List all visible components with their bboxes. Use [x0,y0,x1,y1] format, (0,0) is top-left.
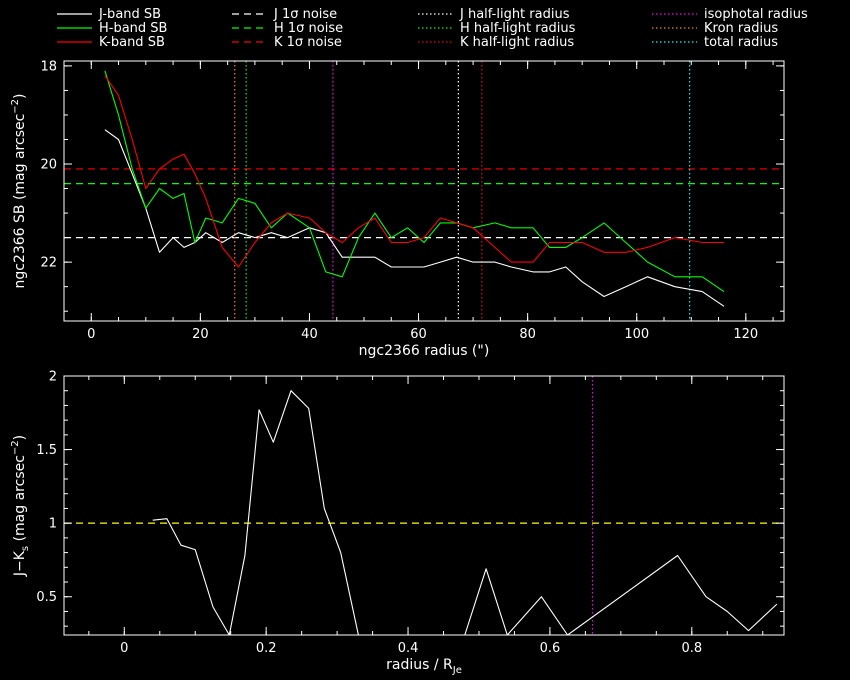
x-tick-label: 0.4 [398,641,419,656]
x-tick-label: 120 [733,327,758,342]
y-axis-label: ngc2366 SB (mag arcsec−2) [10,93,28,288]
y-axis-label-main: J−K [12,550,28,577]
x-tick-label: 0 [120,641,128,656]
x-tick-label: 0.6 [540,641,561,656]
legend-label-h-1sigma-noise: H 1σ noise [274,21,343,36]
x-tick-label: 100 [624,327,649,342]
y-axis-label-main: ngc2366 SB (mag arcsec [12,114,28,289]
x-tick-label: 0 [87,327,95,342]
legend-label-k-1sigma-noise: K 1σ noise [274,35,342,50]
legend-label-k-band-sb: K-band SB [99,35,165,50]
x-tick-label: 80 [519,327,536,342]
y-axis-label-end: ) [12,93,28,98]
legend-label-h-band-sb: H-band SB [99,21,167,36]
y-axis-label-rest: (mag arcsec [12,455,28,546]
y-axis-label-superscript: −2 [10,99,21,114]
legend-label-j-half-light-radius: J half-light radius [459,7,570,22]
legend-label-j-band-sb: J-band SB [98,7,161,22]
x-tick-label: 40 [301,327,318,342]
y-axis-label-superscript: −2 [10,440,21,455]
legend-label-kron-radius: Kron radius [704,21,778,36]
legend-label-isophotal-radius: isophotal radius [704,7,808,22]
legend-label-j-1sigma-noise: J 1σ noise [273,7,337,22]
y-tick-label: 2 [49,370,57,385]
y-tick-label: 18 [40,59,57,74]
legend-label-k-half-light-radius: K half-light radius [460,35,574,50]
y-tick-label: 22 [40,256,57,271]
legend-label-total-radius: total radius [704,35,778,50]
x-axis-label: ngc2366 radius (") [359,343,490,359]
y-tick-label: 0.5 [36,590,57,605]
y-tick-label: 20 [40,158,57,173]
legend-label-h-half-light-radius: H half-light radius [460,21,576,36]
x-tick-label: 0.8 [681,641,702,656]
y-axis-label: J−Ks (mag arcsec−2) [10,435,31,577]
x-tick-label: 0.2 [256,641,277,656]
x-axis-label-subscript: Je [452,665,462,676]
x-axis-label-main: radius / R [386,657,453,673]
x-tick-label: 60 [410,327,427,342]
x-tick-label: 20 [192,327,209,342]
y-tick-label: 1.5 [36,443,57,458]
y-tick-label: 1 [49,517,57,532]
x-axis-label-main: ngc2366 radius (") [359,343,490,359]
surface-brightness-figure: J-band SBH-band SBK-band SB J 1σ noiseH 1… [0,0,850,680]
y-axis-label-end: ) [12,435,28,440]
